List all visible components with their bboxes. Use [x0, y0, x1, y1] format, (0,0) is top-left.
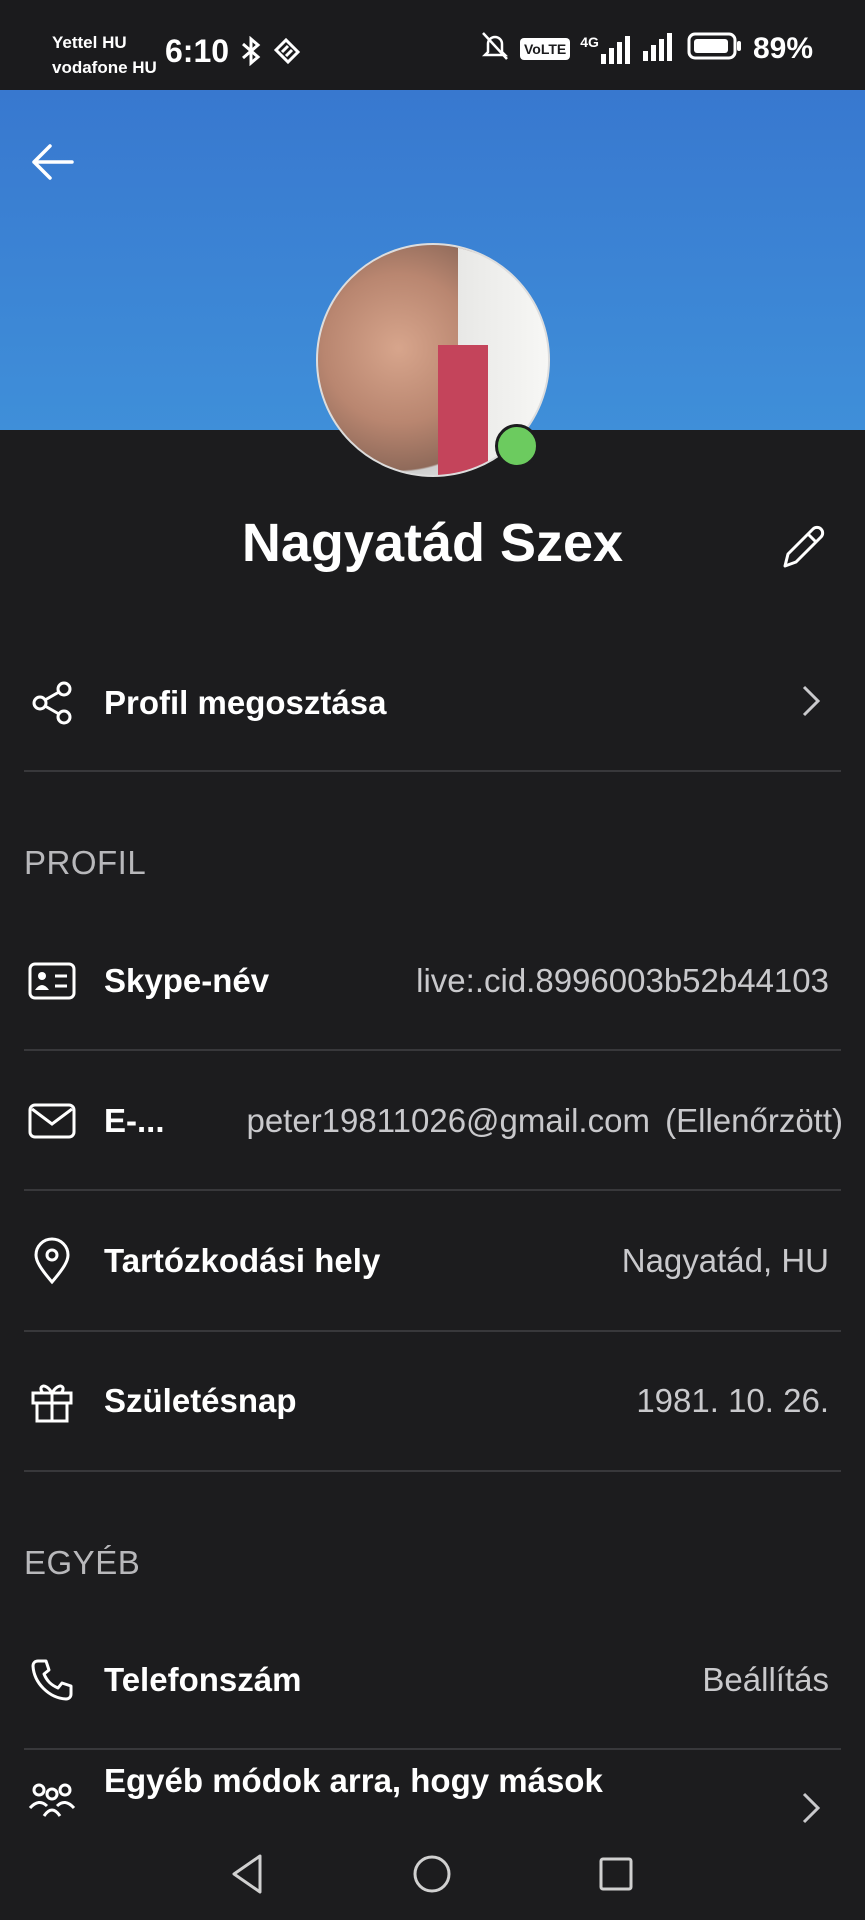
birthday-label: Születésnap — [104, 1382, 297, 1419]
divider — [24, 770, 841, 772]
bluetooth-icon — [238, 35, 264, 71]
online-status-indicator — [495, 424, 539, 468]
email-value: peter19811026@gmail.com (Ellenőrzött) — [246, 1102, 843, 1140]
birthday-row[interactable]: Születésnap 1981. 10. 26. — [24, 1331, 841, 1471]
people-icon — [24, 1772, 80, 1828]
divider — [24, 1470, 841, 1472]
share-profile-row[interactable]: Profil megosztása — [24, 633, 841, 773]
share-icon — [24, 675, 80, 731]
location-value: Nagyatád, HU — [621, 1242, 829, 1279]
signal-4g-icon: 4G — [580, 34, 633, 64]
skype-name-label: Skype-név — [104, 962, 270, 999]
other-ways-label: Egyéb módok arra, hogy mások — [104, 1762, 603, 1799]
skype-name-row[interactable]: Skype-név live:.cid.8996003b52b44103 — [24, 911, 841, 1051]
circle-home-icon — [413, 1855, 451, 1893]
id-card-icon — [24, 953, 80, 1009]
phone-label: Telefonszám — [104, 1661, 302, 1698]
signal-icon — [642, 31, 677, 66]
data-saver-icon — [272, 36, 302, 71]
email-label: E-... — [104, 1102, 165, 1139]
pencil-icon — [783, 525, 825, 568]
carrier-2: vodafone HU — [52, 58, 157, 77]
phone-icon — [24, 1652, 80, 1708]
battery-icon — [687, 31, 743, 66]
status-bar: Yettel HU vodafone HU 6:10 VoLTE 4G 89% — [0, 0, 865, 90]
skype-name-value: live:.cid.8996003b52b44103 — [416, 962, 829, 999]
email-address: peter19811026@gmail.com — [246, 1102, 650, 1139]
chevron-right-icon — [799, 683, 823, 724]
battery-percent: 89% — [752, 31, 813, 65]
profile-name: Nagyatád Szex — [241, 513, 624, 573]
location-pin-icon — [24, 1233, 80, 1289]
section-header-egyeb: EGYÉB — [24, 1544, 141, 1581]
chevron-right-icon — [799, 1790, 823, 1830]
other-ways-row[interactable]: Egyéb módok arra, hogy mások — [24, 1750, 841, 1830]
email-verified-status: (Ellenőrzött) — [665, 1102, 843, 1139]
gift-icon — [24, 1373, 80, 1429]
phone-row[interactable]: Telefonszám Beállítás — [24, 1610, 841, 1750]
nav-home-button[interactable] — [404, 1846, 460, 1902]
mail-icon — [24, 1093, 80, 1149]
nav-recents-button[interactable] — [588, 1846, 644, 1902]
birthday-value: 1981. 10. 26. — [636, 1382, 829, 1419]
triangle-back-icon — [232, 1854, 262, 1894]
square-recents-icon — [599, 1857, 633, 1891]
volte-badge: VoLTE — [520, 37, 571, 60]
phone-setup-link[interactable]: Beállítás — [702, 1661, 829, 1699]
email-row[interactable]: E-... peter19811026@gmail.com (Ellenőrzö… — [24, 1051, 843, 1191]
arrow-left-icon — [32, 144, 74, 180]
location-label: Tartózkodási hely — [104, 1242, 381, 1279]
edit-button[interactable] — [775, 520, 835, 580]
system-navigation-bar — [0, 1828, 865, 1920]
mute-icon — [480, 30, 510, 67]
location-row[interactable]: Tartózkodási hely Nagyatád, HU — [24, 1191, 841, 1331]
share-profile-label: Profil megosztása — [104, 684, 387, 721]
section-header-profil: PROFIL — [24, 844, 147, 881]
carrier-1: Yettel HU — [52, 33, 127, 52]
carrier-info: Yettel HU vodafone HU — [52, 30, 157, 80]
nav-back-button[interactable] — [220, 1846, 276, 1902]
clock: 6:10 — [165, 33, 230, 69]
back-button[interactable] — [20, 130, 84, 194]
